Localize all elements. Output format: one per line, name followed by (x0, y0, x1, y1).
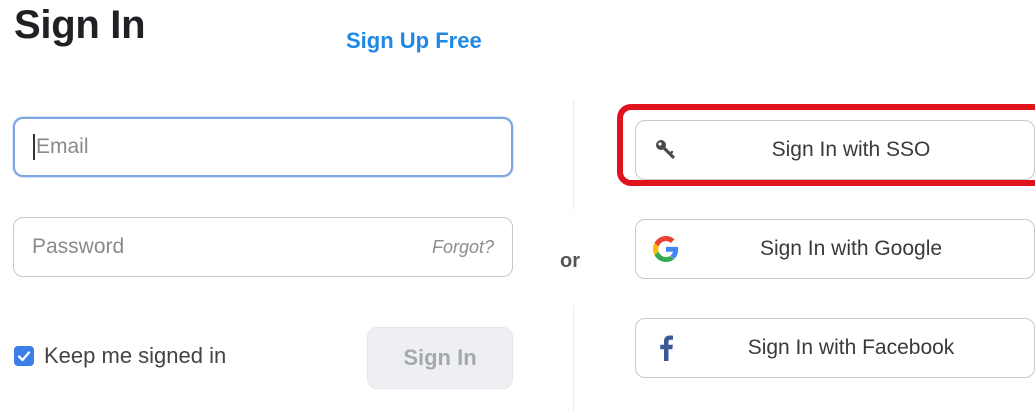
keep-signed-in-label: Keep me signed in (44, 343, 227, 368)
facebook-icon (644, 335, 688, 361)
checkmark-icon (17, 351, 31, 362)
password-placeholder: Password (32, 235, 125, 258)
sign-in-with-sso-button[interactable]: Sign In with SSO (635, 120, 1035, 180)
or-separator: or (560, 250, 580, 272)
vertical-divider-bottom (573, 305, 574, 411)
password-field[interactable]: Password Forgot? (13, 217, 513, 277)
email-placeholder: Email (36, 135, 89, 158)
forgot-password-link[interactable]: Forgot? (432, 237, 494, 258)
google-label: Sign In with Google (759, 237, 943, 260)
sso-label: Sign In with SSO (771, 138, 931, 161)
google-icon (644, 236, 688, 262)
email-field[interactable]: Email (13, 117, 513, 177)
sign-in-with-google-button[interactable]: Sign In with Google (635, 219, 1035, 279)
key-icon (644, 138, 688, 162)
vertical-divider-top (573, 100, 574, 210)
keep-signed-in-option[interactable]: Keep me signed in (14, 343, 226, 369)
page-title: Sign In (14, 3, 146, 47)
keep-signed-in-checkbox[interactable] (14, 346, 34, 366)
facebook-label: Sign In with Facebook (747, 336, 955, 359)
text-cursor (33, 134, 35, 160)
sign-in-with-facebook-button[interactable]: Sign In with Facebook (635, 318, 1035, 378)
sign-up-free-link[interactable]: Sign Up Free (346, 28, 482, 54)
sign-in-button[interactable]: Sign In (367, 327, 513, 389)
